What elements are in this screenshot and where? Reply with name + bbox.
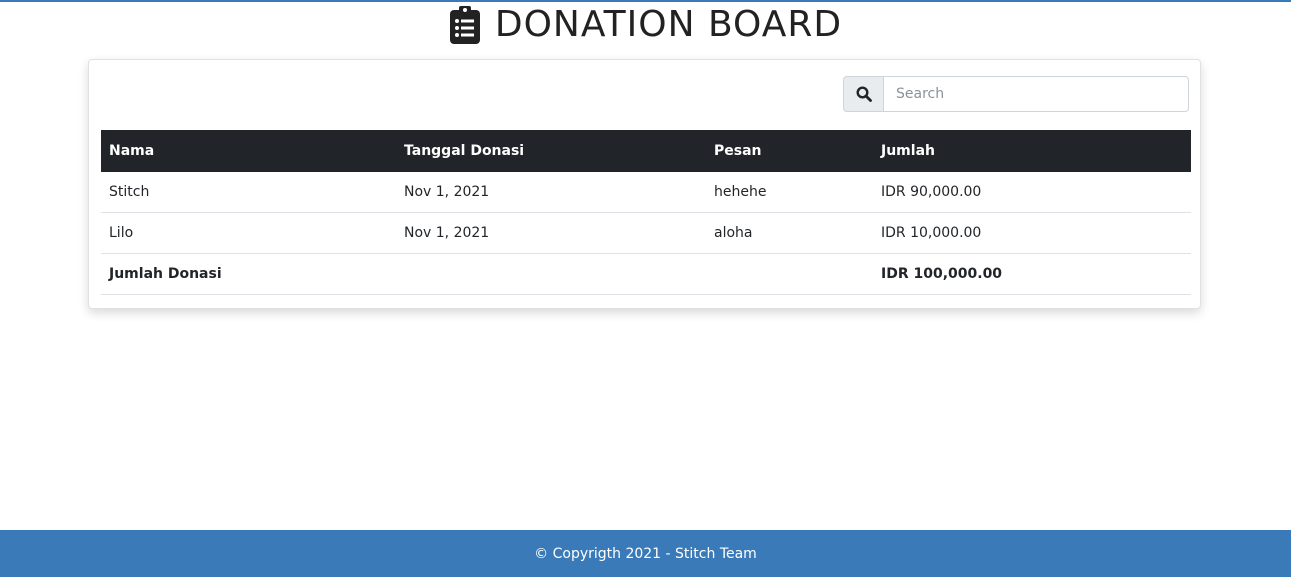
empty-cell bbox=[706, 253, 873, 295]
cell-nama: Lilo bbox=[101, 212, 396, 254]
donation-table: Nama Tanggal Donasi Pesan Jumlah Stitch … bbox=[101, 130, 1191, 295]
total-label: Jumlah Donasi bbox=[101, 253, 396, 295]
column-header-jumlah[interactable]: Jumlah bbox=[873, 130, 1191, 172]
table-header-row: Nama Tanggal Donasi Pesan Jumlah bbox=[101, 130, 1191, 172]
page-title: DONATION BOARD bbox=[494, 4, 843, 45]
empty-cell bbox=[396, 253, 706, 295]
column-header-tanggal[interactable]: Tanggal Donasi bbox=[396, 130, 706, 172]
search-group bbox=[843, 76, 1189, 112]
cell-pesan: aloha bbox=[706, 212, 873, 254]
copyright-text: © Copyrigth 2021 - Stitch Team bbox=[534, 545, 757, 562]
search-button[interactable] bbox=[843, 76, 883, 112]
column-header-nama[interactable]: Nama bbox=[101, 130, 396, 172]
cell-pesan: hehehe bbox=[706, 172, 873, 213]
page-header: DONATION BOARD bbox=[0, 2, 1291, 48]
cell-jumlah: IDR 10,000.00 bbox=[873, 212, 1191, 254]
donation-card: Nama Tanggal Donasi Pesan Jumlah Stitch … bbox=[88, 59, 1201, 309]
search-icon bbox=[855, 86, 872, 102]
cell-tanggal: Nov 1, 2021 bbox=[396, 212, 706, 254]
cell-tanggal: Nov 1, 2021 bbox=[396, 172, 706, 213]
table-row: Stitch Nov 1, 2021 hehehe IDR 90,000.00 bbox=[101, 172, 1191, 213]
table-row: Lilo Nov 1, 2021 aloha IDR 10,000.00 bbox=[101, 212, 1191, 254]
clipboard-list-icon bbox=[449, 6, 480, 44]
total-row: Jumlah Donasi IDR 100,000.00 bbox=[101, 253, 1191, 295]
page-footer: © Copyrigth 2021 - Stitch Team bbox=[0, 530, 1291, 577]
search-input[interactable] bbox=[883, 76, 1189, 112]
column-header-pesan[interactable]: Pesan bbox=[706, 130, 873, 172]
cell-nama: Stitch bbox=[101, 172, 396, 213]
cell-jumlah: IDR 90,000.00 bbox=[873, 172, 1191, 213]
total-value: IDR 100,000.00 bbox=[873, 253, 1191, 295]
